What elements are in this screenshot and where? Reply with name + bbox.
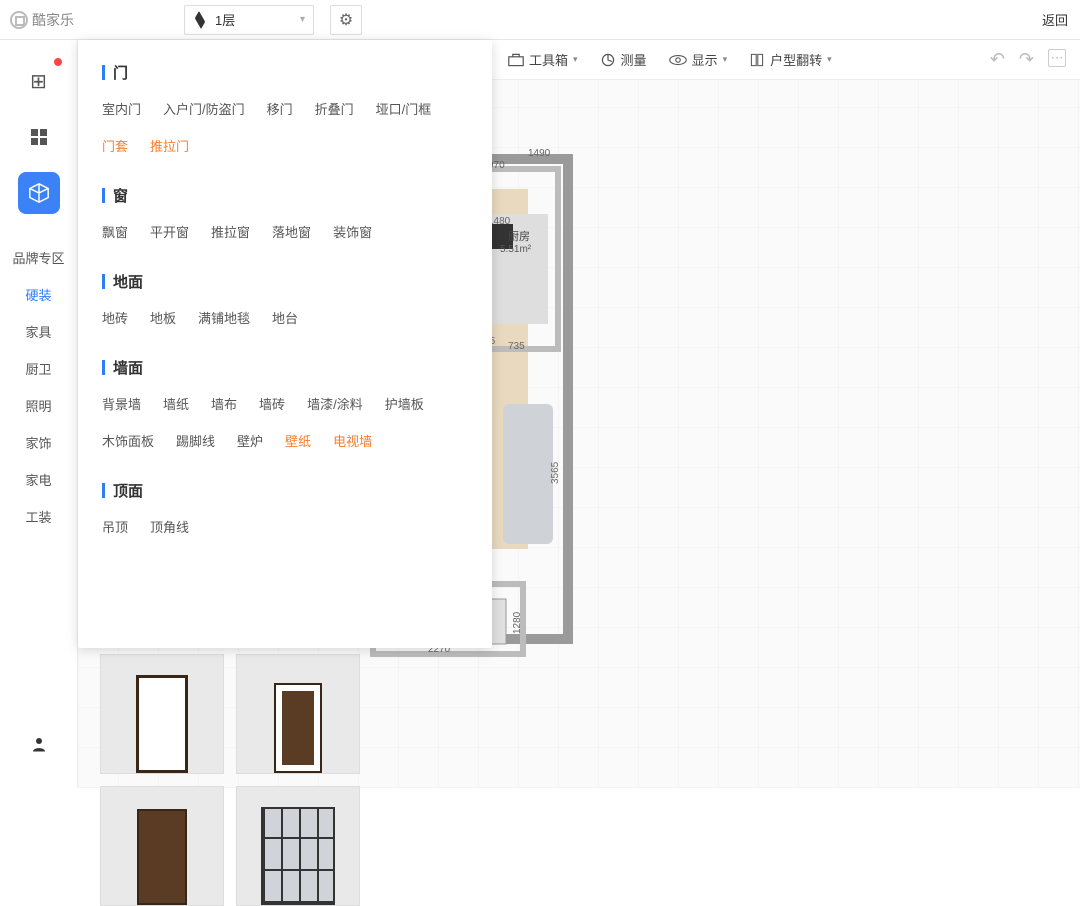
asset-thumb[interactable] bbox=[236, 786, 360, 906]
flyout-item[interactable]: 吊顶 bbox=[102, 517, 128, 536]
flyout-heading: 墙面 bbox=[102, 357, 474, 378]
flyout-item[interactable]: 垭口/门框 bbox=[376, 99, 432, 118]
asset-thumbnails bbox=[100, 654, 360, 906]
floor-selector[interactable]: 1层 ▾ bbox=[184, 5, 314, 35]
flyout-item[interactable]: 壁纸 bbox=[285, 431, 311, 450]
sidebar-item-appliance[interactable]: 家电 bbox=[25, 470, 51, 489]
flyout-item[interactable]: 墙漆/涂料 bbox=[307, 394, 363, 413]
flyout-item[interactable]: 入户门/防盗门 bbox=[163, 99, 245, 118]
flyout-item[interactable]: 背景墙 bbox=[102, 394, 141, 413]
flyout-heading: 地面 bbox=[102, 271, 474, 292]
flyout-item[interactable]: 推拉门 bbox=[150, 136, 189, 155]
chevron-down-icon: ▾ bbox=[723, 54, 728, 65]
redo-button[interactable]: ↷ bbox=[1019, 49, 1034, 70]
asset-thumb[interactable] bbox=[100, 654, 224, 774]
sidebar-item-commercial[interactable]: 工装 bbox=[25, 507, 51, 526]
svg-text:3565: 3565 bbox=[550, 461, 561, 484]
sidebar-category-list: 品牌专区 硬装 家具 厨卫 照明 家饰 家电 工装 bbox=[12, 248, 64, 526]
flyout-item[interactable]: 护墙板 bbox=[385, 394, 424, 413]
back-button[interactable]: 返回 bbox=[1040, 6, 1070, 33]
flyout-item[interactable]: 墙砖 bbox=[259, 394, 285, 413]
measure-tool[interactable]: 测量 bbox=[600, 50, 647, 69]
asset-thumb[interactable] bbox=[100, 786, 224, 906]
flyout-heading: 顶面 bbox=[102, 480, 474, 501]
flyout-item[interactable]: 木饰面板 bbox=[102, 431, 154, 450]
flip-menu[interactable]: 户型翻转 ▾ bbox=[749, 50, 832, 69]
floor-value: 1层 bbox=[215, 10, 235, 29]
flyout-heading: 窗 bbox=[102, 185, 474, 206]
sidebar-item-brand[interactable]: 品牌专区 bbox=[12, 248, 64, 267]
category-flyout: 门室内门 入户门/防盗门 移门 折叠门 垭口/门框门套 推拉门窗飘窗 平开窗 推拉窗 落地窗 装饰… bbox=[78, 40, 492, 648]
svg-text:5.51m²: 5.51m² bbox=[500, 244, 532, 255]
flyout-item[interactable]: 平开窗 bbox=[150, 222, 189, 241]
top-bar: 酷家乐 1层 ▾ ⚙ 返回 bbox=[0, 0, 1080, 40]
flyout-item[interactable]: 地板 bbox=[150, 308, 176, 327]
chevron-down-icon: ▾ bbox=[573, 54, 578, 65]
sidebar-item-kitchen-bath[interactable]: 厨卫 bbox=[25, 359, 51, 378]
add-panel-icon[interactable]: ⊞ bbox=[18, 60, 60, 102]
app-logo: 酷家乐 bbox=[10, 10, 74, 30]
chevron-down-icon: ▾ bbox=[827, 54, 832, 65]
flyout-item[interactable]: 满铺地毯 bbox=[198, 308, 250, 327]
left-sidebar: ⊞ 品牌专区 硬装 家具 厨卫 照明 家饰 家电 工装 bbox=[0, 40, 78, 788]
flyout-item[interactable]: 移门 bbox=[267, 99, 293, 118]
flyout-item[interactable]: 墙纸 bbox=[163, 394, 189, 413]
sidebar-item-furniture[interactable]: 家具 bbox=[25, 322, 51, 341]
cube-library-icon[interactable] bbox=[18, 172, 60, 214]
app-name: 酷家乐 bbox=[32, 10, 74, 30]
logo-icon bbox=[10, 11, 28, 29]
chevron-down-icon: ▾ bbox=[300, 14, 305, 25]
eye-icon bbox=[669, 54, 687, 66]
asset-thumb[interactable] bbox=[236, 654, 360, 774]
layers-icon bbox=[193, 13, 207, 27]
flyout-item[interactable]: 装饰窗 bbox=[333, 222, 372, 241]
flyout-item[interactable]: 电视墙 bbox=[333, 431, 372, 450]
flyout-item[interactable]: 门套 bbox=[102, 136, 128, 155]
flyout-item[interactable]: 折叠门 bbox=[315, 99, 354, 118]
flyout-item[interactable]: 墙布 bbox=[211, 394, 237, 413]
flyout-item[interactable]: 地台 bbox=[272, 308, 298, 327]
sidebar-item-hardware[interactable]: 硬装 bbox=[25, 285, 51, 304]
toolbox-menu[interactable]: 工具箱 ▾ bbox=[508, 50, 578, 69]
svg-text:735: 735 bbox=[508, 341, 525, 352]
grid-apps-icon[interactable] bbox=[18, 116, 60, 158]
display-menu[interactable]: 显示 ▾ bbox=[669, 50, 728, 69]
flyout-item[interactable]: 室内门 bbox=[102, 99, 141, 118]
settings-button[interactable]: ⚙ bbox=[330, 5, 362, 35]
flyout-item[interactable]: 推拉窗 bbox=[211, 222, 250, 241]
svg-text:1490: 1490 bbox=[528, 148, 551, 159]
flyout-item[interactable]: 踢脚线 bbox=[176, 431, 215, 450]
flyout-item[interactable]: 顶角线 bbox=[150, 517, 189, 536]
more-button[interactable]: ⋯ bbox=[1048, 49, 1066, 67]
measure-icon bbox=[600, 52, 616, 68]
notification-dot bbox=[54, 58, 62, 66]
flyout-item[interactable]: 地砖 bbox=[102, 308, 128, 327]
flyout-item[interactable]: 壁炉 bbox=[237, 431, 263, 450]
user-icon[interactable] bbox=[30, 735, 48, 758]
undo-button[interactable]: ↶ bbox=[990, 49, 1005, 70]
svg-text:厨房: 厨房 bbox=[508, 230, 530, 243]
flyout-item[interactable]: 飘窗 bbox=[102, 222, 128, 241]
svg-text:1280: 1280 bbox=[512, 611, 523, 634]
gear-icon: ⚙ bbox=[339, 10, 353, 30]
flyout-heading: 门 bbox=[102, 62, 474, 83]
toolbox-icon bbox=[508, 53, 524, 67]
flip-icon bbox=[749, 52, 765, 68]
sidebar-item-decor[interactable]: 家饰 bbox=[25, 433, 51, 452]
flyout-item[interactable]: 落地窗 bbox=[272, 222, 311, 241]
sidebar-item-lighting[interactable]: 照明 bbox=[25, 396, 51, 415]
